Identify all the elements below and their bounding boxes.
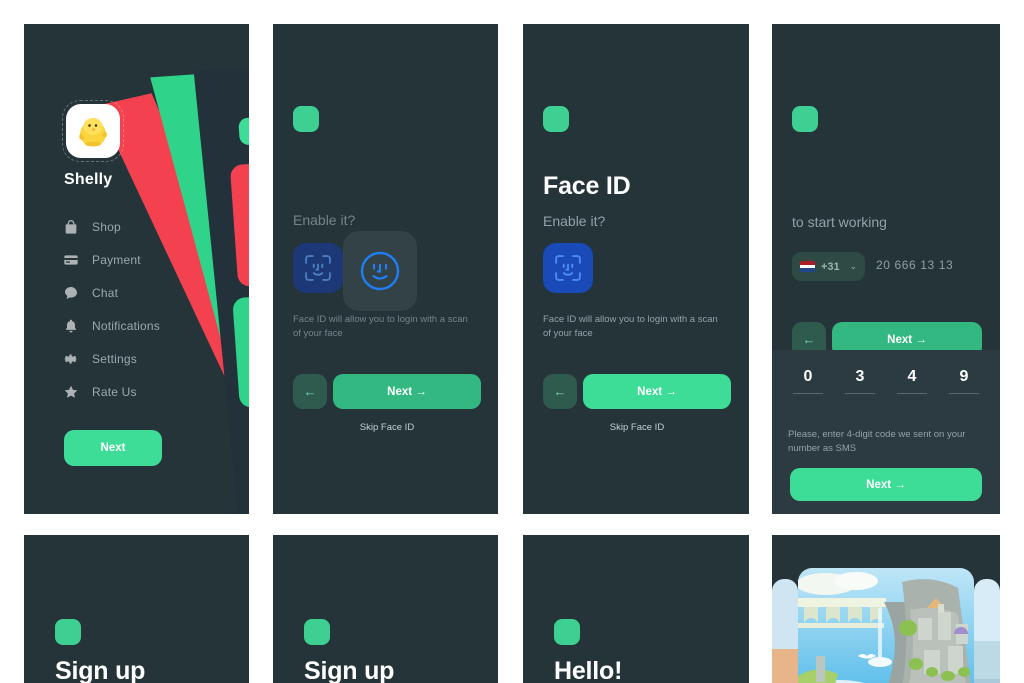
skip-face-id-link[interactable]: Skip Face ID [293, 422, 481, 433]
skip-face-id-link[interactable]: Skip Face ID [543, 422, 731, 433]
panel-hello: Hello! [523, 535, 749, 683]
panel-face-id-transition: Enable it? Face ID will allow you to log… [273, 24, 498, 514]
otp-cell[interactable]: 9 [942, 368, 986, 394]
brand-logo-square [543, 106, 569, 132]
sidebar-item-label: Rate Us [92, 384, 137, 399]
app-name: Shelly [64, 171, 113, 188]
otp-cell[interactable]: 3 [838, 368, 882, 394]
sidebar-item-label: Notifications [92, 318, 160, 333]
sidebar-item-notifications[interactable]: Notifications [62, 309, 222, 342]
arrow-right-icon: → [894, 478, 906, 491]
panel-face-id: Face ID Enable it? Face ID will allow yo… [523, 24, 749, 514]
chat-bubble-icon [62, 284, 80, 302]
screen-subtitle: Enable it? [293, 212, 356, 228]
otp-hint-text: Please, enter 4-digit code we sent on yo… [788, 429, 966, 455]
otp-sheet: 0 3 4 9 Please, enter 4-digit code we se… [772, 350, 1000, 514]
carousel-prev-slide[interactable] [772, 579, 798, 683]
gear-icon [62, 350, 80, 368]
app-logo-frame [62, 100, 124, 162]
brand-logo-square [293, 106, 319, 132]
panel-sign-up-a: Sign up [24, 535, 249, 683]
face-id-description: Face ID will allow you to login with a s… [293, 314, 468, 339]
phone-number-input[interactable]: 20 666 13 13 [876, 258, 953, 272]
star-icon [62, 383, 80, 401]
panel-phone-verification: to start working +31 ⌄ 20 666 13 13 ← Ne… [772, 24, 1000, 514]
sidebar-item-label: Chat [92, 285, 119, 300]
panel-sign-up-b: Sign up [273, 535, 498, 683]
arrow-right-icon: → [665, 385, 677, 398]
face-id-icon [543, 243, 593, 293]
dim-overlay [273, 24, 498, 184]
brand-logo-square [304, 619, 330, 645]
carousel-next-slide[interactable] [974, 579, 1000, 683]
screen-title: Sign up [55, 657, 146, 683]
sidebar-item-settings[interactable]: Settings [62, 342, 222, 375]
screen-subtitle: to start working [792, 214, 887, 230]
screen-title: Hello! [554, 657, 623, 683]
face-id-icon [293, 243, 343, 293]
otp-digit: 3 [855, 368, 865, 385]
face-scan-circle-icon [360, 251, 400, 291]
credit-card-icon [62, 251, 80, 269]
face-scan-overlay [343, 231, 417, 311]
screens-grid: All W w [0, 0, 1024, 683]
country-code-label: +31 [821, 260, 840, 273]
arrow-right-icon: → [415, 385, 427, 398]
netherlands-flag-icon [800, 261, 815, 272]
sidebar-item-label: Payment [92, 252, 141, 267]
shopping-bag-icon [62, 218, 80, 236]
next-button-label: Next [387, 385, 413, 398]
back-button[interactable]: ← [543, 374, 577, 409]
fantasy-landscape-artwork [798, 568, 974, 683]
sidebar-item-rate-us[interactable]: Rate Us [62, 375, 222, 408]
brand-logo-square [55, 619, 81, 645]
otp-underline [949, 393, 979, 394]
screen-title: Face ID [543, 172, 631, 200]
arrow-right-icon: → [915, 333, 927, 346]
sidebar-item-label: Settings [92, 351, 137, 366]
back-button[interactable]: ← [293, 374, 327, 409]
next-button[interactable]: Next → [333, 374, 481, 409]
country-code-select[interactable]: +31 ⌄ [792, 252, 865, 281]
next-button[interactable]: Next [64, 430, 162, 466]
otp-underline [793, 393, 823, 394]
chick-logo-icon [79, 118, 107, 147]
otp-cell[interactable]: 4 [890, 368, 934, 394]
chevron-down-icon: ⌄ [849, 261, 857, 271]
panel-app-menu: All W w [24, 24, 249, 514]
brand-logo-square [554, 619, 580, 645]
otp-cell[interactable]: 0 [786, 368, 830, 394]
otp-submit-label: Next [866, 478, 892, 491]
sidebar-item-shop[interactable]: Shop [62, 210, 222, 243]
otp-underline [845, 393, 875, 394]
otp-digit: 4 [907, 368, 917, 385]
otp-digit: 9 [959, 368, 969, 385]
screen-subtitle: Enable it? [543, 213, 606, 229]
next-button[interactable]: Next → [583, 374, 731, 409]
sidebar-menu: Shop Payment Chat Notifications Settings… [62, 210, 222, 408]
sidebar-item-payment[interactable]: Payment [62, 243, 222, 276]
otp-input-row: 0 3 4 9 [786, 368, 986, 394]
game-artwork[interactable] [798, 568, 974, 683]
otp-digit: 0 [803, 368, 813, 385]
otp-underline [897, 393, 927, 394]
next-button-label: Next [887, 333, 913, 346]
brand-logo-square [792, 106, 818, 132]
panel-game-carousel [772, 535, 1000, 683]
next-button-label: Next [637, 385, 663, 398]
bell-icon [62, 317, 80, 335]
sidebar-item-label: Shop [92, 219, 121, 234]
otp-submit-button[interactable]: Next → [790, 468, 982, 501]
sidebar-item-chat[interactable]: Chat [62, 276, 222, 309]
screen-title: Sign up [304, 657, 395, 683]
app-logo-tile [66, 104, 120, 158]
face-id-description: Face ID will allow you to login with a s… [543, 314, 718, 339]
